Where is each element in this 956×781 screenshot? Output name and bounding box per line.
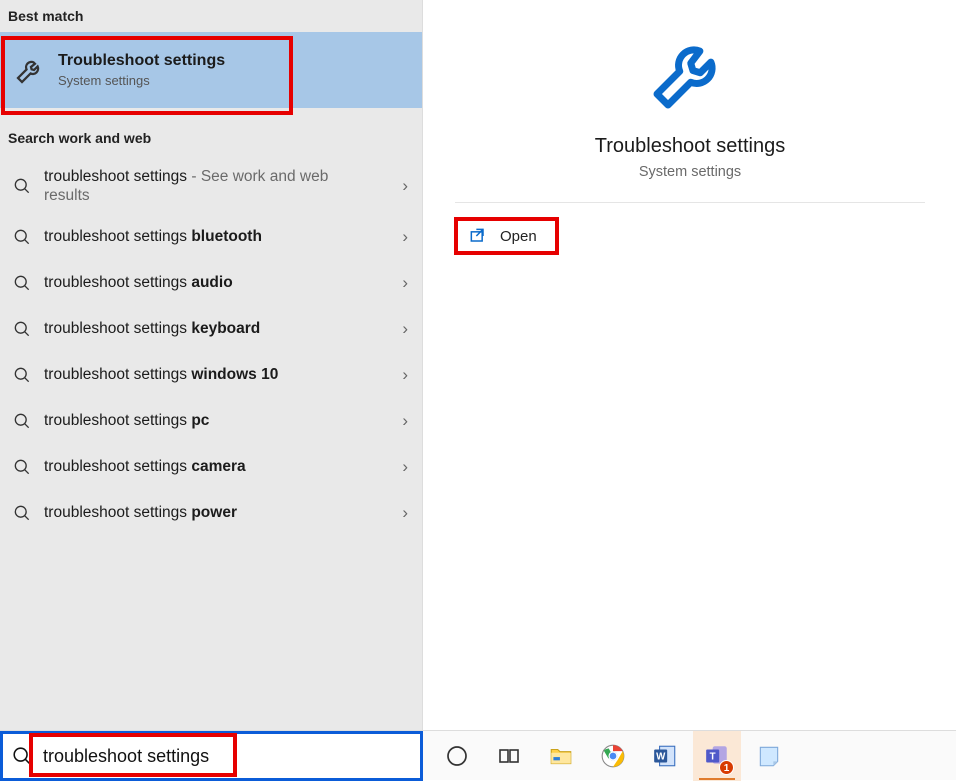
open-action[interactable]: Open [454, 217, 559, 255]
suggestion-text: troubleshoot settings power [44, 503, 237, 522]
best-match-title: Troubleshoot settings [58, 52, 225, 70]
suggestions-list: troubleshoot settings - See work and web… [0, 154, 422, 536]
chevron-right-icon: › [402, 411, 408, 431]
taskbar: W T 1 [0, 730, 956, 780]
suggestion-item[interactable]: troubleshoot settings power › [0, 490, 422, 536]
search-icon [11, 745, 33, 767]
search-results-panel: Best match Troubleshoot settings System … [0, 0, 423, 730]
open-label: Open [500, 228, 537, 245]
word-icon[interactable]: W [641, 731, 689, 781]
search-icon [12, 227, 32, 247]
suggestion-item[interactable]: troubleshoot settings pc › [0, 398, 422, 444]
task-view-icon[interactable] [485, 731, 533, 781]
chevron-right-icon: › [402, 176, 408, 196]
suggestion-text: troubleshoot settings - See work and web… [44, 167, 359, 206]
preview-title: Troubleshoot settings [595, 135, 785, 158]
suggestion-text: troubleshoot settings pc [44, 411, 209, 430]
svg-text:W: W [656, 751, 666, 762]
suggestion-item[interactable]: troubleshoot settings audio › [0, 260, 422, 306]
section-header-search-web: Search work and web [0, 122, 422, 154]
suggestion-text: troubleshoot settings camera [44, 457, 246, 476]
section-header-best-match: Best match [0, 0, 422, 32]
taskbar-search-input[interactable] [43, 746, 420, 767]
wrench-icon [12, 52, 48, 88]
suggestion-item[interactable]: troubleshoot settings bluetooth › [0, 214, 422, 260]
preview-panel: Troubleshoot settings System settings Op… [424, 0, 956, 730]
open-external-icon [468, 226, 488, 246]
chevron-right-icon: › [402, 365, 408, 385]
suggestion-item[interactable]: troubleshoot settings windows 10 › [0, 352, 422, 398]
search-icon [12, 411, 32, 431]
search-icon [12, 176, 32, 196]
best-match-text: Troubleshoot settings System settings [58, 52, 225, 88]
chevron-right-icon: › [402, 319, 408, 339]
suggestion-text: troubleshoot settings audio [44, 273, 233, 292]
search-icon [12, 503, 32, 523]
search-icon [12, 365, 32, 385]
teams-badge: 1 [719, 760, 734, 775]
suggestion-text: troubleshoot settings keyboard [44, 319, 260, 338]
suggestion-text: troubleshoot settings bluetooth [44, 227, 262, 246]
taskbar-icons: W T 1 [423, 731, 793, 780]
chevron-right-icon: › [402, 503, 408, 523]
search-icon [12, 273, 32, 293]
chrome-icon[interactable] [589, 731, 637, 781]
chevron-right-icon: › [402, 273, 408, 293]
file-explorer-icon[interactable] [537, 731, 585, 781]
chevron-right-icon: › [402, 457, 408, 477]
suggestion-text: troubleshoot settings windows 10 [44, 365, 278, 384]
taskbar-search-box[interactable] [0, 731, 423, 781]
suggestion-item[interactable]: troubleshoot settings keyboard › [0, 306, 422, 352]
search-icon [12, 319, 32, 339]
wrench-icon [646, 28, 734, 121]
sticky-notes-icon[interactable] [745, 731, 793, 781]
preview-subtitle: System settings [639, 164, 741, 180]
suggestion-item[interactable]: troubleshoot settings camera › [0, 444, 422, 490]
suggestion-item[interactable]: troubleshoot settings - See work and web… [0, 158, 422, 214]
teams-icon[interactable]: T 1 [693, 731, 741, 781]
chevron-right-icon: › [402, 227, 408, 247]
svg-text:T: T [710, 751, 716, 762]
best-match-subtitle: System settings [58, 73, 225, 88]
search-icon [12, 457, 32, 477]
best-match-item[interactable]: Troubleshoot settings System settings [0, 32, 422, 108]
divider [455, 202, 925, 203]
cortana-icon[interactable] [433, 731, 481, 781]
